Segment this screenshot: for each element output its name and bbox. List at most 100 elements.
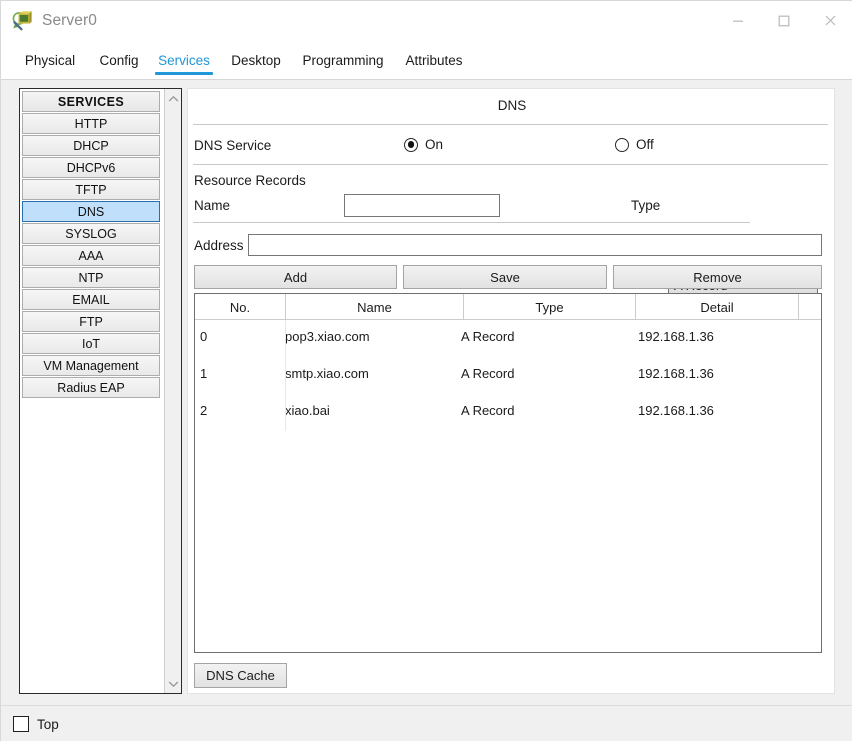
tab-label: Attributes: [405, 52, 463, 68]
services-list: SERVICES HTTP DHCP DHCPv6 TFTP DNS SYSLO…: [20, 89, 164, 693]
sidebar-item-label: DNS: [77, 204, 105, 219]
save-button[interactable]: Save: [403, 265, 607, 289]
sidebar-item-dhcpv6[interactable]: DHCPv6: [22, 157, 160, 178]
tab-desktop[interactable]: Desktop: [229, 40, 283, 80]
sidebar-item-label: VM Management: [43, 358, 139, 373]
page-title: DNS: [497, 98, 527, 113]
table-row[interactable]: 1 smtp.xiao.com A Record 192.168.1.36: [195, 357, 821, 394]
address-input[interactable]: [248, 234, 822, 256]
cell-divider: [285, 320, 286, 357]
dns-cache-button-label: DNS Cache: [206, 668, 275, 683]
column-header-type[interactable]: Type: [464, 294, 635, 320]
cell-divider: [285, 394, 286, 431]
sidebar-item-label: IoT: [81, 336, 101, 351]
resource-records-table: No. Name Type Detail 0 pop3.xiao.com A R…: [194, 293, 822, 653]
sidebar-item-label: EMAIL: [72, 292, 110, 307]
cell-detail: 192.168.1.36: [638, 403, 714, 418]
cell-type: A Record: [461, 403, 515, 418]
sidebar-item-tftp[interactable]: TFTP: [22, 179, 160, 200]
status-bar: Top: [1, 705, 852, 741]
type-label: Type: [631, 198, 661, 213]
sidebar-item-syslog[interactable]: SYSLOG: [22, 223, 160, 244]
sidebar-scrollbar[interactable]: [164, 89, 181, 693]
column-header-label: No.: [229, 299, 251, 315]
dns-service-off-radio[interactable]: Off: [615, 137, 654, 152]
column-header-label: Detail: [700, 299, 734, 315]
tab-label: Programming: [302, 52, 384, 68]
table-row[interactable]: 2 xiao.bai A Record 192.168.1.36: [195, 394, 821, 431]
cell-no: 0: [200, 329, 208, 344]
tab-services[interactable]: Services: [153, 40, 215, 80]
remove-button-label: Remove: [693, 269, 742, 285]
sidebar-item-dhcp[interactable]: DHCP: [22, 135, 160, 156]
chevron-up-icon[interactable]: [165, 90, 182, 107]
column-header-no[interactable]: No.: [195, 294, 285, 320]
column-header-name[interactable]: Name: [286, 294, 463, 320]
radio-on-label: On: [425, 137, 444, 152]
address-label: Address: [194, 238, 244, 253]
tab-label: Desktop: [231, 52, 281, 68]
cell-name: smtp.xiao.com: [285, 366, 369, 381]
column-divider[interactable]: [798, 294, 799, 320]
tab-label: Config: [99, 52, 139, 68]
sidebar-item-ftp[interactable]: FTP: [22, 311, 160, 332]
column-header-detail[interactable]: Detail: [636, 294, 798, 320]
cell-name: xiao.bai: [285, 403, 330, 418]
tab-programming[interactable]: Programming: [297, 40, 389, 80]
chevron-down-icon[interactable]: [165, 675, 182, 692]
window-title: Server0: [42, 11, 97, 29]
sidebar-item-radius-eap[interactable]: Radius EAP: [22, 377, 160, 398]
maximize-icon[interactable]: [761, 2, 807, 40]
services-sidebar: SERVICES HTTP DHCP DHCPv6 TFTP DNS SYSLO…: [19, 88, 182, 694]
title-bar: Server0: [1, 1, 852, 40]
sidebar-item-label: SYSLOG: [65, 226, 117, 241]
tab-physical[interactable]: Physical: [19, 40, 81, 80]
sidebar-item-label: Radius EAP: [57, 380, 125, 395]
device-config-window: Server0 Physical Config Services Desktop: [0, 0, 852, 741]
table-row[interactable]: 0 pop3.xiao.com A Record 192.168.1.36: [195, 320, 821, 357]
radio-off-indicator: [615, 137, 629, 152]
dns-service-label: DNS Service: [194, 138, 272, 153]
sidebar-item-label: DHCPv6: [66, 160, 116, 175]
cell-divider: [285, 357, 286, 394]
add-button[interactable]: Add: [194, 265, 397, 289]
cell-detail: 192.168.1.36: [638, 329, 714, 344]
cell-no: 1: [200, 366, 208, 381]
tab-label: Services: [158, 52, 210, 68]
column-header-label: Type: [535, 299, 564, 315]
sidebar-header: SERVICES: [22, 91, 160, 112]
add-button-label: Add: [283, 269, 308, 285]
column-header-label: Name: [357, 299, 392, 315]
sidebar-item-label: NTP: [78, 270, 104, 285]
dns-service-on-radio[interactable]: On: [404, 137, 443, 152]
minimize-icon[interactable]: [715, 2, 761, 40]
name-input[interactable]: [344, 194, 500, 217]
top-checkbox-label: Top: [37, 716, 59, 732]
tab-label: Physical: [24, 52, 76, 68]
divider: [193, 124, 828, 125]
cell-no: 2: [200, 403, 208, 418]
sidebar-item-dns[interactable]: DNS: [22, 201, 160, 222]
content-area: SERVICES HTTP DHCP DHCPv6 TFTP DNS SYSLO…: [1, 80, 852, 705]
sidebar-item-label: FTP: [79, 314, 103, 329]
divider: [193, 164, 828, 165]
sidebar-item-ntp[interactable]: NTP: [22, 267, 160, 288]
table-header-row: No. Name Type Detail: [195, 294, 821, 320]
sidebar-item-aaa[interactable]: AAA: [22, 245, 160, 266]
sidebar-item-label: AAA: [78, 248, 104, 263]
cell-type: A Record: [461, 366, 515, 381]
sidebar-item-vm-management[interactable]: VM Management: [22, 355, 160, 376]
remove-button[interactable]: Remove: [613, 265, 822, 289]
sidebar-item-label: TFTP: [75, 182, 107, 197]
sidebar-item-http[interactable]: HTTP: [22, 113, 160, 134]
cell-name: pop3.xiao.com: [285, 329, 370, 344]
close-icon[interactable]: [807, 2, 852, 40]
sidebar-item-email[interactable]: EMAIL: [22, 289, 160, 310]
sidebar-item-iot[interactable]: IoT: [22, 333, 160, 354]
top-checkbox[interactable]: [13, 716, 29, 732]
tab-config[interactable]: Config: [95, 40, 143, 80]
name-label: Name: [194, 198, 231, 213]
dns-cache-button[interactable]: DNS Cache: [194, 663, 287, 688]
tab-attributes[interactable]: Attributes: [399, 40, 469, 80]
radio-off-label: Off: [636, 137, 654, 152]
